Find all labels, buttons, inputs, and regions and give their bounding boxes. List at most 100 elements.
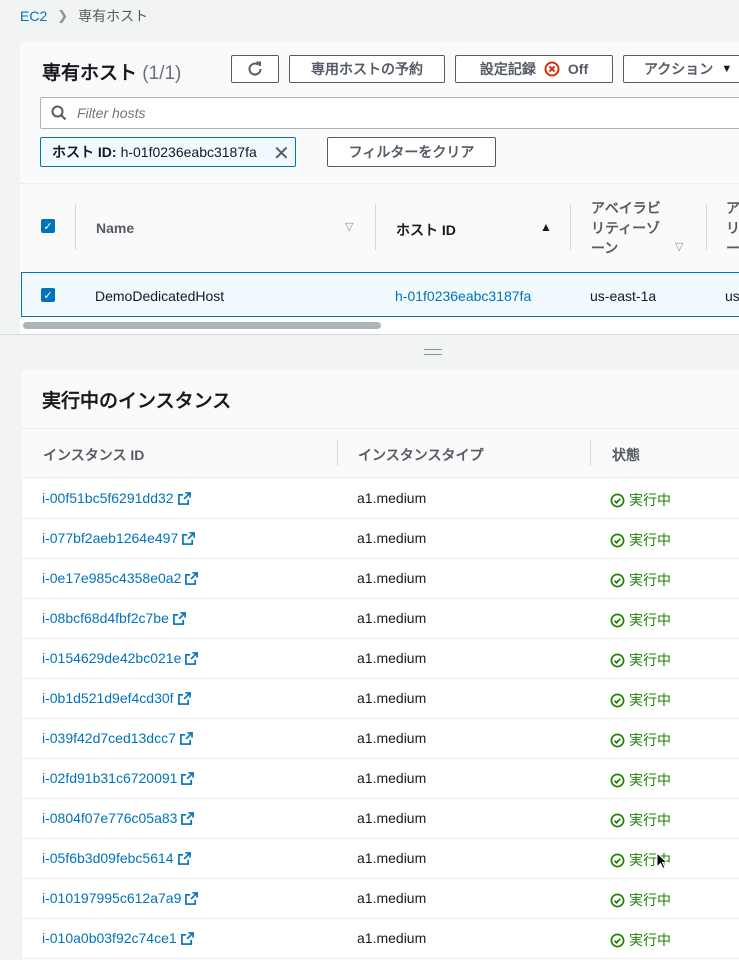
instance-id-link[interactable]: i-0804f07e776c05a83: [42, 810, 195, 826]
table-row: i-077bf2aeb1264e497 a1.medium 実行中: [22, 518, 739, 559]
success-circle-icon: [610, 493, 625, 507]
instance-id-link[interactable]: i-010a0b03f92c74ce1: [42, 930, 194, 946]
sort-icon[interactable]: ▽: [675, 240, 683, 253]
external-link-icon[interactable]: [177, 491, 191, 505]
refresh-icon: [248, 61, 262, 76]
row-checkbox[interactable]: ✓: [41, 288, 55, 302]
column-header-state[interactable]: 状態: [612, 445, 640, 465]
host-id-link[interactable]: h-01f0236eabc3187fa: [395, 288, 531, 304]
success-circle-icon: [610, 853, 625, 867]
instance-state-text: 実行中: [629, 692, 671, 708]
page-title: 専有ホスト (1/1): [42, 58, 181, 85]
instance-id-link[interactable]: i-08bcf68d4fbf2c7be: [42, 610, 186, 626]
column-divider: [570, 204, 571, 250]
search-input[interactable]: [75, 104, 679, 122]
table-row: i-039f42d7ced13dcc7 a1.medium 実行中: [22, 718, 739, 759]
actions-label: アクション: [644, 61, 714, 77]
instance-id-text: i-05f6b3d09febc5614: [42, 850, 174, 866]
instance-state: 実行中: [610, 930, 671, 950]
breadcrumb-ec2-link[interactable]: EC2: [20, 8, 47, 24]
instance-id-text: i-0e17e985c4358e0a2: [42, 570, 182, 586]
hosts-count: (1/1): [142, 63, 182, 84]
external-link-icon[interactable]: [177, 691, 191, 705]
column-header-instance-type[interactable]: インスタンスタイプ: [358, 445, 483, 465]
settings-record-state: Off: [567, 61, 589, 77]
column-divider: [706, 204, 707, 250]
refresh-button[interactable]: [231, 55, 279, 83]
instance-state: 実行中: [610, 770, 671, 790]
column-divider: [75, 204, 76, 250]
az-header-line: リティーゾ: [591, 220, 661, 236]
instance-id-text: i-00f51bc5f6291dd32: [42, 490, 174, 506]
table-row: i-010197995c612a7a9 a1.medium 実行中: [22, 878, 739, 919]
column-header-instance-id[interactable]: インスタンス ID: [43, 445, 144, 465]
instance-id-link[interactable]: i-05f6b3d09febc5614: [42, 850, 191, 866]
instance-id-link[interactable]: i-077bf2aeb1264e497: [42, 530, 196, 546]
table-row: i-0804f07e776c05a83 a1.medium 実行中: [22, 798, 739, 839]
search-field[interactable]: [40, 97, 739, 129]
external-link-icon[interactable]: [182, 531, 196, 545]
breadcrumb: EC2 ❯ 専有ホスト: [20, 6, 148, 26]
instance-id-text: i-02fd91b31c6720091: [42, 770, 178, 786]
instance-type: a1.medium: [357, 650, 427, 666]
success-circle-icon: [610, 893, 625, 907]
external-link-icon[interactable]: [181, 811, 195, 825]
instance-state: 実行中: [610, 570, 671, 590]
panel-splitter[interactable]: [0, 334, 739, 370]
instance-type: a1.medium: [357, 490, 427, 506]
instance-id-link[interactable]: i-010197995c612a7a9: [42, 890, 199, 906]
instance-type: a1.medium: [357, 770, 427, 786]
instance-state: 実行中: [610, 890, 671, 910]
external-link-icon[interactable]: [185, 651, 199, 665]
external-link-icon[interactable]: [185, 571, 199, 585]
instance-state-text: 実行中: [629, 652, 671, 668]
settings-record-button[interactable]: 設定記録 Off: [455, 55, 613, 83]
column-header-az[interactable]: アベイラビ リティーゾ ーン: [591, 198, 661, 258]
instance-state: 実行中: [610, 730, 671, 750]
breadcrumb-current: 専有ホスト: [78, 8, 149, 24]
instance-state: 実行中: [610, 530, 671, 550]
drag-handle-icon[interactable]: [424, 349, 442, 355]
instance-id-link[interactable]: i-00f51bc5f6291dd32: [42, 490, 191, 506]
table-row: i-02fd91b31c6720091 a1.medium 実行中: [22, 758, 739, 799]
column-header-name[interactable]: Name: [96, 220, 134, 236]
az-header-line: ーン: [591, 240, 619, 256]
external-link-icon[interactable]: [179, 731, 193, 745]
external-link-icon[interactable]: [185, 891, 199, 905]
hosts-title: 専有ホスト: [42, 63, 138, 84]
instance-type: a1.medium: [357, 810, 427, 826]
select-all-checkbox[interactable]: ✓: [41, 219, 55, 233]
instance-state: 実行中: [610, 650, 671, 670]
sort-icon[interactable]: ▽: [345, 220, 353, 233]
external-link-icon[interactable]: [180, 931, 194, 945]
actions-button[interactable]: アクション ▼: [623, 55, 739, 83]
host-name: DemoDedicatedHost: [95, 288, 225, 304]
chevron-right-icon: ❯: [57, 8, 69, 23]
external-link-icon[interactable]: [172, 611, 186, 625]
instance-state: 実行中: [610, 690, 671, 710]
instance-id-link[interactable]: i-0b1d521d9ef4cd30f: [42, 690, 191, 706]
sort-icon[interactable]: ▲: [540, 220, 552, 234]
external-link-icon[interactable]: [177, 851, 191, 865]
instance-id-link[interactable]: i-0154629de42bc021e: [42, 650, 199, 666]
instance-state-text: 実行中: [629, 732, 671, 748]
instance-type: a1.medium: [357, 570, 427, 586]
close-icon[interactable]: ✕: [273, 141, 290, 166]
instance-id-text: i-0154629de42bc021e: [42, 650, 182, 666]
instance-id-link[interactable]: i-0e17e985c4358e0a2: [42, 570, 199, 586]
success-circle-icon: [610, 733, 625, 747]
instance-state: 実行中: [610, 810, 671, 830]
column-header-next[interactable]: ア リ ー: [726, 198, 739, 258]
reserve-host-button[interactable]: 専用ホストの予約: [289, 55, 445, 83]
instance-state-text: 実行中: [629, 532, 671, 548]
instance-id-link[interactable]: i-02fd91b31c6720091: [42, 770, 195, 786]
next-header-line: ア: [726, 200, 739, 216]
clear-filters-button[interactable]: フィルターをクリア: [327, 137, 496, 167]
success-circle-icon: [610, 533, 625, 547]
horizontal-scrollbar[interactable]: [23, 322, 381, 329]
instance-id-link[interactable]: i-039f42d7ced13dcc7: [42, 730, 193, 746]
table-row: i-00f51bc5f6291dd32 a1.medium 実行中: [22, 478, 739, 519]
success-circle-icon: [610, 613, 625, 627]
column-header-host-id[interactable]: ホスト ID: [396, 220, 456, 240]
external-link-icon[interactable]: [181, 771, 195, 785]
